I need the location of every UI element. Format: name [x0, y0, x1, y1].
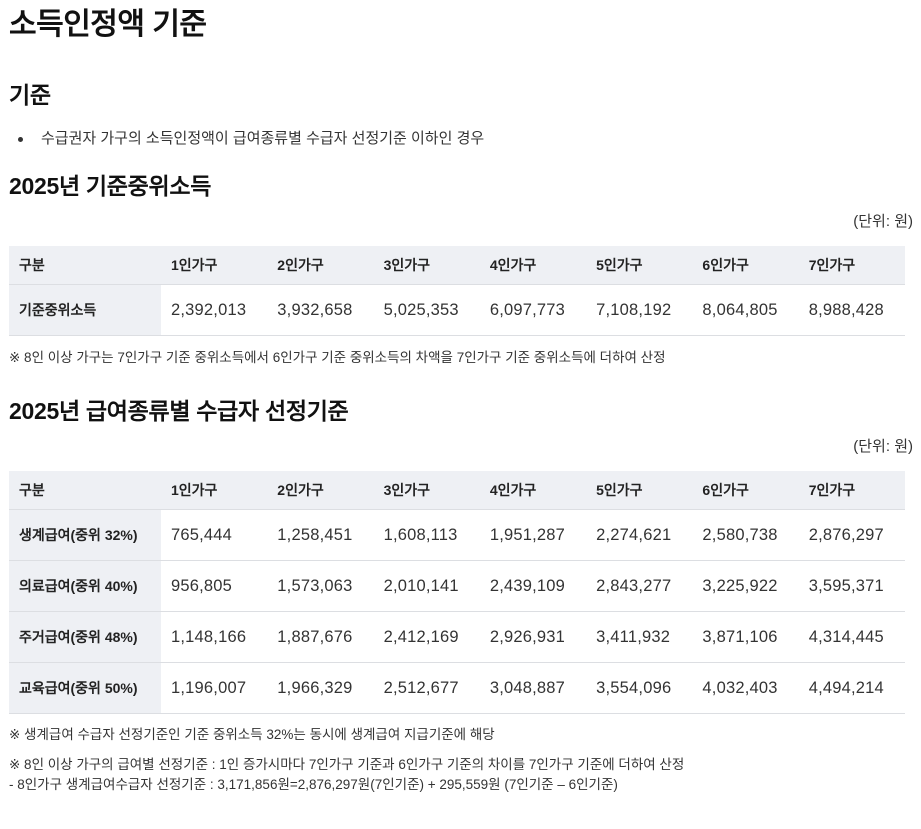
table-cell: 2,512,677	[373, 662, 480, 714]
median-income-note: ※ 8인 이상 가구는 7인가구 기준 중위소득에서 6인가구 기준 중위소득의…	[9, 350, 666, 365]
table-row: 기준중위소득 2,392,013 3,932,658 5,025,353 6,0…	[9, 284, 905, 336]
table-cell: 1,966,329	[267, 662, 374, 714]
median-income-unit: (단위: 원)	[853, 213, 913, 230]
header-cell: 3인가구	[373, 246, 480, 285]
benefit-criteria-heading: 2025년 급여종류별 수급자 선정기준	[9, 398, 349, 424]
table-row: 교육급여(중위 50%) 1,196,007 1,966,329 2,512,6…	[9, 662, 905, 714]
row-label: 생계급여(중위 32%)	[9, 509, 161, 561]
table-cell: 3,595,371	[798, 560, 905, 612]
table-cell: 2,392,013	[161, 284, 268, 336]
table-cell: 4,494,214	[798, 662, 905, 714]
header-cell: 2인가구	[267, 246, 374, 285]
header-cell: 5인가구	[586, 246, 693, 285]
header-cell: 7인가구	[798, 246, 905, 285]
table-cell: 2,876,297	[798, 509, 905, 561]
table-cell: 2,010,141	[373, 560, 480, 612]
table-row: 생계급여(중위 32%) 765,444 1,258,451 1,608,113…	[9, 509, 905, 561]
table-cell: 2,439,109	[479, 560, 587, 612]
table-row: 주거급여(중위 48%) 1,148,166 1,887,676 2,412,1…	[9, 611, 905, 663]
benefit-criteria-note-2: ※ 8인 이상 가구의 급여별 선정기준 : 1인 증가시마다 7인가구 기준과…	[9, 755, 913, 795]
table-row: 의료급여(중위 40%) 956,805 1,573,063 2,010,141…	[9, 560, 905, 612]
header-cell: 구분	[9, 471, 161, 510]
header-cell: 1인가구	[161, 471, 268, 510]
header-cell: 4인가구	[479, 246, 587, 285]
table-cell: 2,580,738	[692, 509, 799, 561]
table-cell: 4,314,445	[798, 611, 905, 663]
table-header-row: 구분 1인가구 2인가구 3인가구 4인가구 5인가구 6인가구 7인가구	[9, 471, 905, 510]
table-cell: 2,274,621	[586, 509, 693, 561]
table-cell: 3,871,106	[692, 611, 799, 663]
page: 소득인정액 기준 기준 수급권자 가구의 소득인정액이 급여종류별 수급자 선정…	[0, 0, 921, 795]
header-cell: 7인가구	[798, 471, 905, 510]
header-cell: 6인가구	[692, 471, 799, 510]
benefit-criteria-note-2-line-1: ※ 8인 이상 가구의 급여별 선정기준 : 1인 증가시마다 7인가구 기준과…	[9, 757, 685, 772]
benefit-criteria-note-1: ※ 생계급여 수급자 선정기준인 기준 중위소득 32%는 동시에 생계급여 지…	[9, 727, 495, 742]
table-cell: 1,951,287	[479, 509, 587, 561]
header-cell: 4인가구	[479, 471, 587, 510]
table-cell: 4,032,403	[692, 662, 799, 714]
criteria-item: 수급권자 가구의 소득인정액이 급여종류별 수급자 선정기준 이하인 경우	[9, 128, 913, 150]
benefit-criteria-unit: (단위: 원)	[853, 438, 913, 455]
table-cell: 3,411,932	[586, 611, 693, 663]
table-cell: 1,608,113	[373, 509, 480, 561]
criteria-heading: 기준	[9, 82, 51, 108]
table-cell: 8,064,805	[692, 284, 799, 336]
table-cell: 1,573,063	[267, 560, 374, 612]
row-label: 기준중위소득	[9, 284, 161, 336]
bullet-icon	[18, 137, 23, 142]
header-cell: 구분	[9, 246, 161, 285]
criteria-list: 수급권자 가구의 소득인정액이 급여종류별 수급자 선정기준 이하인 경우	[9, 128, 913, 150]
table-cell: 1,887,676	[267, 611, 374, 663]
benefit-criteria-table: 구분 1인가구 2인가구 3인가구 4인가구 5인가구 6인가구 7인가구 생계…	[9, 471, 905, 714]
header-cell: 5인가구	[586, 471, 693, 510]
table-cell: 765,444	[161, 509, 268, 561]
table-cell: 5,025,353	[373, 284, 480, 336]
table-cell: 7,108,192	[586, 284, 693, 336]
table-cell: 2,412,169	[373, 611, 480, 663]
page-title: 소득인정액 기준	[9, 8, 207, 41]
table-cell: 1,196,007	[161, 662, 268, 714]
table-cell: 1,258,451	[267, 509, 374, 561]
header-cell: 2인가구	[267, 471, 374, 510]
table-cell: 8,988,428	[798, 284, 905, 336]
row-label: 의료급여(중위 40%)	[9, 560, 161, 612]
header-cell: 6인가구	[692, 246, 799, 285]
header-cell: 1인가구	[161, 246, 268, 285]
median-income-table: 구분 1인가구 2인가구 3인가구 4인가구 5인가구 6인가구 7인가구 기준…	[9, 246, 905, 336]
header-cell: 3인가구	[373, 471, 480, 510]
table-cell: 3,225,922	[692, 560, 799, 612]
row-label: 교육급여(중위 50%)	[9, 662, 161, 714]
table-header-row: 구분 1인가구 2인가구 3인가구 4인가구 5인가구 6인가구 7인가구	[9, 246, 905, 285]
table-cell: 1,148,166	[161, 611, 268, 663]
table-cell: 6,097,773	[479, 284, 587, 336]
median-income-heading: 2025년 기준중위소득	[9, 173, 212, 199]
row-label: 주거급여(중위 48%)	[9, 611, 161, 663]
benefit-criteria-note-2-line-2: - 8인가구 생계급여수급자 선정기준 : 3,171,856원=2,876,2…	[9, 777, 618, 792]
table-cell: 2,843,277	[586, 560, 693, 612]
table-cell: 3,932,658	[267, 284, 374, 336]
criteria-item-text: 수급권자 가구의 소득인정액이 급여종류별 수급자 선정기준 이하인 경우	[41, 130, 485, 147]
table-cell: 956,805	[161, 560, 268, 612]
table-cell: 3,554,096	[586, 662, 693, 714]
table-cell: 3,048,887	[479, 662, 587, 714]
table-cell: 2,926,931	[479, 611, 587, 663]
